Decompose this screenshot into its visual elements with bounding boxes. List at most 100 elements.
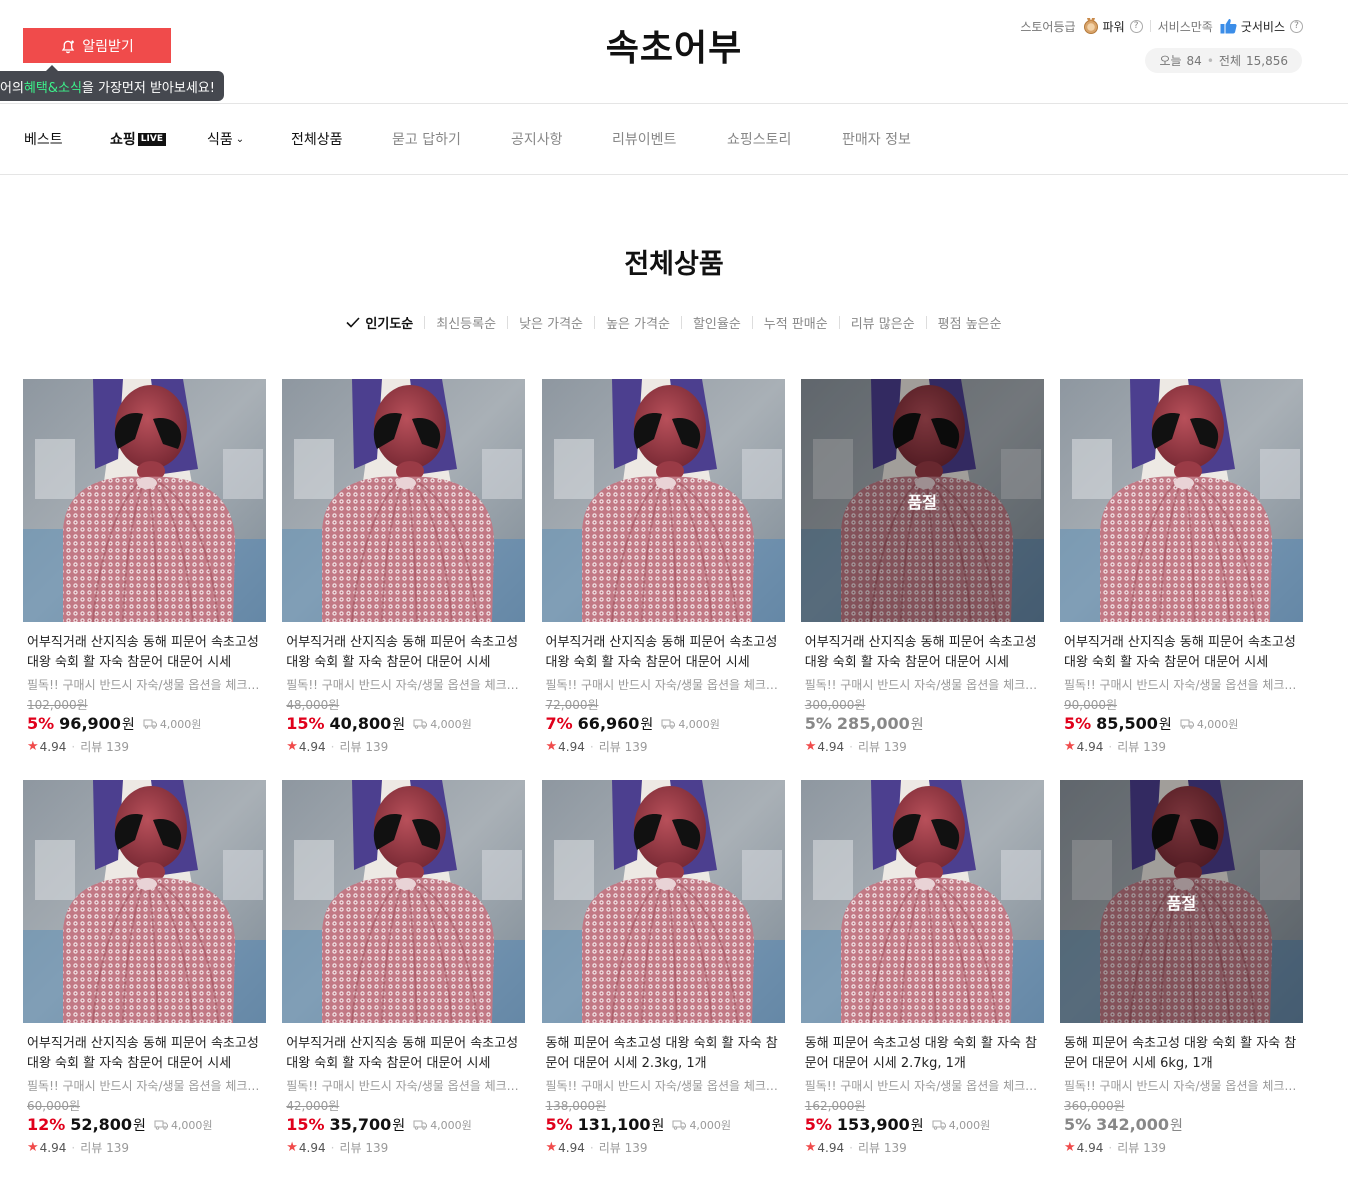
- rating-row: ★ 4.94 · 리뷰 139: [1064, 738, 1299, 755]
- product-card[interactable]: 어부직거래 산지직송 동해 피문어 속초고성 대왕 숙회 활 자숙 참문어 대문…: [23, 780, 266, 1155]
- sort-discount[interactable]: 할인율순: [693, 313, 741, 332]
- product-thumbnail[interactable]: [282, 379, 526, 622]
- truck-icon: [154, 1120, 168, 1130]
- product-description: 필독!! 구매시 반드시 자숙/생물 옵션을 체크해주세요: [1064, 678, 1299, 692]
- tooltip-highlight: 혜택&소식: [23, 80, 82, 96]
- discount-rate: 12%: [27, 1115, 66, 1134]
- service-help-icon[interactable]: ?: [1290, 19, 1303, 33]
- product-thumbnail[interactable]: [282, 780, 526, 1023]
- product-card[interactable]: 품절 동해 피문어 속초고성 대왕 숙회 활 자숙 참문어 대문어 시세 6kg,…: [1060, 780, 1303, 1156]
- price-row: 12% 52,800 원 4,000원: [27, 1115, 262, 1137]
- product-thumbnail[interactable]: [800, 780, 1044, 1023]
- product-name: 어부직거래 산지직송 동해 피문어 속초고성 대왕 숙회 활 자숙 참문어 대문…: [804, 635, 1037, 670]
- divider: [838, 316, 840, 329]
- currency-unit: 원: [133, 1118, 146, 1134]
- original-price: 102,000원: [27, 698, 88, 712]
- review-label: 리뷰: [857, 1141, 881, 1155]
- sort-low-price[interactable]: 낮은 가격순: [519, 313, 583, 332]
- dot-separator: ·: [589, 740, 594, 754]
- product-card[interactable]: 동해 피문어 속초고성 대왕 숙회 활 자숙 참문어 대문어 시세 2.3kg,…: [541, 780, 785, 1155]
- review-label: 리뷰: [339, 1141, 362, 1155]
- shipping-fee: 4,000원: [932, 1117, 990, 1133]
- sort-newest[interactable]: 최신등록순: [436, 313, 496, 332]
- dot-separator: ·: [1108, 1141, 1113, 1155]
- original-price: 360,000원: [1064, 1099, 1125, 1113]
- sort-rating[interactable]: 평점 높은순: [938, 313, 1002, 332]
- product-card[interactable]: 어부직거래 산지직송 동해 피문어 속초고성 대왕 숙회 활 자숙 참문어 대문…: [1060, 379, 1303, 755]
- rating-row: ★ 4.94 · 리뷰 139: [1064, 1139, 1299, 1156]
- divider: [507, 316, 509, 329]
- review-label: 리뷰: [598, 1141, 621, 1155]
- star-icon: ★: [27, 739, 39, 754]
- currency-unit: 원: [1158, 717, 1172, 733]
- nav-label: 쇼핑스토리: [727, 132, 792, 148]
- product-card[interactable]: 어부직거래 산지직송 동해 피문어 속초고성 대왕 숙회 활 자숙 참문어 대문…: [282, 379, 526, 755]
- sort-reviews[interactable]: 리뷰 많은순: [851, 313, 915, 332]
- price-row: 15% 35,700 원 4,000원: [286, 1115, 521, 1137]
- dot-separator: ·: [330, 740, 335, 754]
- rating-row: ★ 4.94 · 리뷰 139: [546, 738, 781, 755]
- sale-price: 285,000: [836, 714, 910, 733]
- product-name: 어부직거래 산지직송 동해 피문어 속초고성 대왕 숙회 활 자숙 참문어 대문…: [1064, 635, 1296, 670]
- nav-notice[interactable]: 공지사항: [511, 104, 563, 174]
- product-thumbnail[interactable]: [23, 780, 266, 1023]
- product-thumbnail[interactable]: [541, 379, 785, 622]
- sort-high-price[interactable]: 높은 가격순: [606, 313, 670, 332]
- product-card[interactable]: 품절어부직거래 산지직송 동해 피문어 속초고성 대왕 숙회 활 자숙 참문어 …: [800, 379, 1044, 755]
- product-thumbnail[interactable]: [1060, 379, 1303, 622]
- product-card[interactable]: 어부직거래 산지직송 동해 피문어 속초고성 대왕 숙회 활 자숙 참문어 대문…: [541, 379, 785, 755]
- rating-row: ★ 4.94 · 리뷰 139: [805, 738, 1040, 755]
- nav-food[interactable]: 식품 ⌄: [207, 104, 244, 174]
- nav-label: 묻고 답하기: [392, 132, 461, 148]
- nav-review-event[interactable]: 리뷰이벤트: [612, 104, 676, 174]
- discount-rate: 15%: [286, 714, 325, 733]
- service-label: 서비스만족: [1157, 19, 1213, 34]
- shipping-fee: 4,000원: [143, 716, 201, 732]
- visitor-separator: •: [1206, 53, 1214, 68]
- discount-rate: 5%: [804, 714, 832, 733]
- shipping-fee-value: 4,000원: [1196, 718, 1239, 731]
- sort-label: 높은 가격순: [606, 317, 670, 332]
- sort-popular[interactable]: 인기도순: [346, 313, 413, 332]
- thumbs-up-icon: [1220, 19, 1237, 34]
- review-count: · 리뷰 139: [1108, 1139, 1166, 1156]
- rating-row: ★ 4.94 · 리뷰 139: [286, 738, 521, 755]
- discount-rate: 15%: [286, 1115, 325, 1134]
- price-row: 5% 342,000 원: [1064, 1115, 1299, 1137]
- product-card[interactable]: 어부직거래 산지직송 동해 피문어 속초고성 대왕 숙회 활 자숙 참문어 대문…: [23, 379, 266, 755]
- product-thumbnail[interactable]: [23, 379, 266, 622]
- review-count: · 리뷰 139: [1108, 738, 1166, 755]
- original-price: 138,000원: [545, 1099, 607, 1113]
- product-card[interactable]: 동해 피문어 속초고성 대왕 숙회 활 자숙 참문어 대문어 시세 2.7kg,…: [800, 780, 1044, 1155]
- star-icon: ★: [1064, 1140, 1076, 1155]
- sale-price: 96,900: [59, 714, 121, 733]
- sort-label: 누적 판매순: [763, 317, 828, 332]
- review-count-value: 139: [1143, 740, 1167, 754]
- review-label: 리뷰: [598, 740, 621, 754]
- review-label: 리뷰: [1117, 740, 1140, 754]
- sale-price: 131,100: [577, 1115, 651, 1134]
- review-count-value: 139: [883, 740, 907, 754]
- product-description: 필독!! 구매시 반드시 자숙/생물 옵션을 체크해주세요: [27, 678, 262, 692]
- service-value: 굿서비스: [1240, 19, 1285, 34]
- sort-sales[interactable]: 누적 판매순: [764, 313, 828, 332]
- nav-seller-info[interactable]: 판매자 정보: [842, 104, 911, 174]
- review-count: · 리뷰 139: [71, 738, 129, 755]
- rating-value: 4.94: [39, 1140, 67, 1155]
- discount-rate: 7%: [545, 714, 573, 733]
- nav-all-products[interactable]: 전체상품: [291, 104, 343, 174]
- nav-shopping-story[interactable]: 쇼핑스토리: [727, 104, 791, 174]
- product-card[interactable]: 어부직거래 산지직송 동해 피문어 속초고성 대왕 숙회 활 자숙 참문어 대문…: [282, 780, 526, 1155]
- nav-qna[interactable]: 묻고 답하기: [392, 104, 461, 174]
- rating-value: 4.94: [298, 1140, 326, 1155]
- grade-help-icon[interactable]: ?: [1129, 19, 1143, 33]
- product-thumbnail[interactable]: [541, 780, 785, 1023]
- category-nav: 베스트 쇼핑 LIVE 식품 ⌄ 전체상품 묻고 답하기 공지사항 리뷰이벤트 쇼핑…: [0, 104, 1348, 175]
- product-thumbnail[interactable]: 품절: [800, 379, 1044, 622]
- review-count: · 리뷰 139: [849, 738, 907, 755]
- nav-best[interactable]: 베스트: [24, 104, 63, 174]
- nav-shopping-live[interactable]: 쇼핑 LIVE: [110, 104, 166, 174]
- discount-rate: 5%: [27, 714, 55, 733]
- tooltip-text-pre: 어의: [0, 80, 24, 96]
- product-thumbnail[interactable]: 품절: [1060, 780, 1303, 1023]
